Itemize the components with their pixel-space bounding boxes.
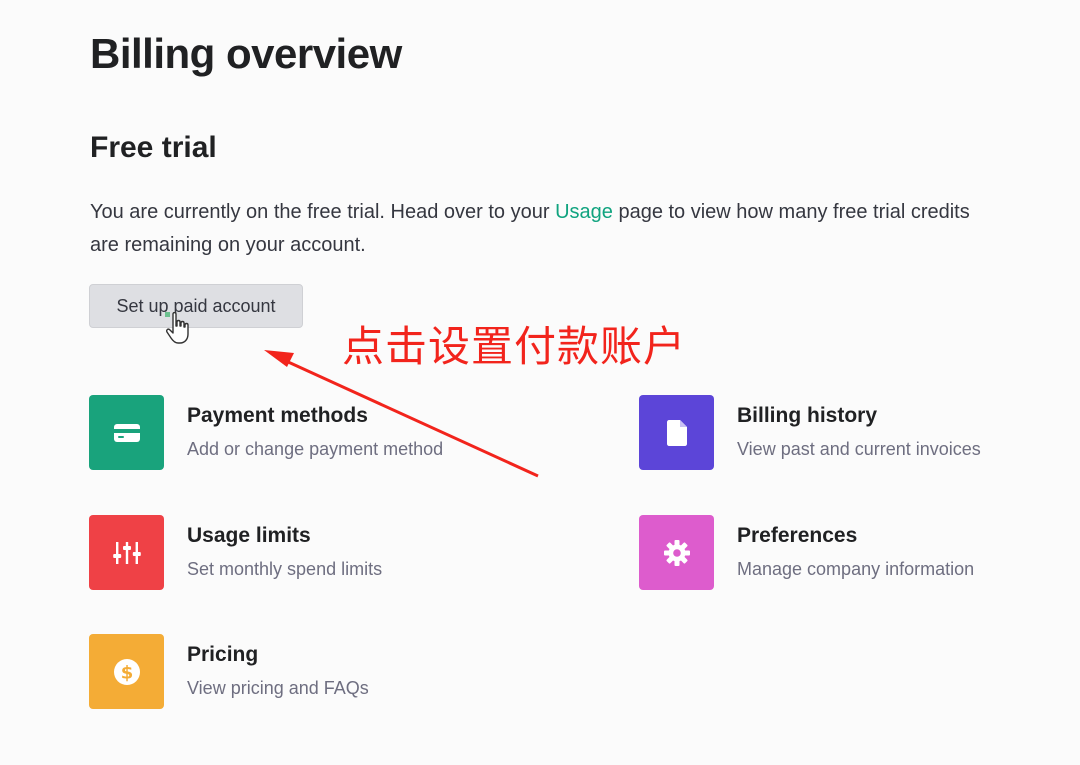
annotation-text: 点击设置付款账户	[342, 322, 687, 371]
document-icon	[666, 419, 687, 446]
usage-limits-title: Usage limits	[187, 524, 311, 547]
card-pricing[interactable]: $ Pricing View pricing and FAQs	[89, 634, 489, 710]
preferences-title: Preferences	[737, 524, 858, 547]
sliders-icon	[112, 541, 141, 564]
pricing-description: View pricing and FAQs	[187, 678, 369, 698]
card-payment-methods[interactable]: Payment methods Add or change payment me…	[89, 395, 489, 471]
payment-methods-title: Payment methods	[187, 404, 368, 427]
pricing-tile: $	[89, 634, 164, 709]
preferences-tile	[639, 515, 714, 590]
usage-link[interactable]: Usage	[555, 201, 613, 223]
section-title-free-trial: Free trial	[90, 131, 217, 164]
set-up-paid-account-button[interactable]: Set up paid account	[89, 284, 303, 328]
usage-limits-description: Set monthly spend limits	[187, 559, 383, 579]
payment-methods-description: Add or change payment method	[187, 439, 444, 459]
payment-methods-tile	[89, 395, 164, 470]
billing-history-tile	[639, 395, 714, 470]
credit-card-icon	[113, 423, 140, 442]
pricing-title: Pricing	[187, 643, 259, 666]
dollar-coin-icon: $	[113, 658, 140, 685]
billing-history-title: Billing history	[737, 404, 878, 427]
card-billing-history[interactable]: Billing history View past and current in…	[639, 395, 1029, 471]
card-usage-limits[interactable]: Usage limits Set monthly spend limits	[89, 515, 489, 591]
usage-limits-tile	[89, 515, 164, 590]
hand-pointer-cursor-icon	[165, 312, 189, 344]
preferences-description: Manage company information	[737, 559, 975, 579]
page-title: Billing overview	[90, 30, 402, 77]
card-preferences[interactable]: Preferences Manage company information	[639, 515, 1029, 591]
gear-icon	[663, 539, 690, 566]
svg-text:$: $	[120, 662, 133, 683]
billing-history-description: View past and current invoices	[737, 439, 981, 459]
intro-text-before: You are currently on the free trial. Hea…	[90, 201, 550, 223]
free-trial-description: You are currently on the free trial. Hea…	[90, 196, 990, 262]
